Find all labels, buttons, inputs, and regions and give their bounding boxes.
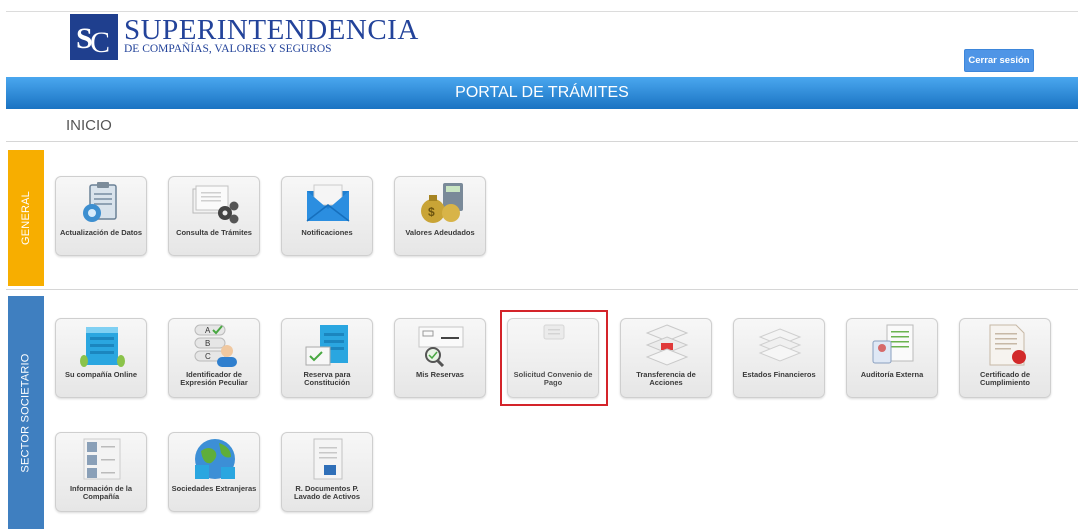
tile-valores-adeudados[interactable]: $ Valores Adeudados <box>394 176 486 256</box>
tile-label: Valores Adeudados <box>405 228 475 237</box>
divider <box>6 289 1078 290</box>
tile-actualizacion-datos[interactable]: Actualización de Datos <box>55 176 147 256</box>
selection-highlight <box>500 310 608 406</box>
tile-label: Consulta de Trámites <box>176 228 252 237</box>
section-label-general: GENERAL <box>20 191 33 245</box>
svg-text:B: B <box>205 339 210 348</box>
tile-label: Su compañía Online <box>64 370 138 379</box>
section-label-societario: SECTOR SOCIETARIO <box>20 352 32 473</box>
page-banner: PORTAL DE TRÁMITES <box>6 77 1078 109</box>
building-document-icon <box>305 325 348 366</box>
tile-label: Información de la Compañía <box>69 484 133 501</box>
money-bags-calculator-icon: $ <box>421 183 463 223</box>
brand-logo[interactable]: S C SUPERINTENDENCIA DE COMPAÑÍAS, VALOR… <box>70 14 419 60</box>
certificate-seal-icon <box>989 324 1026 366</box>
divider <box>6 141 1078 142</box>
tile-auditoria-externa[interactable]: Auditoría Externa <box>846 318 938 398</box>
sc-logo-icon: S C <box>70 14 118 60</box>
id-badge-document-icon <box>872 324 914 364</box>
tile-estados-financieros[interactable]: Estados Financieros <box>733 318 825 398</box>
tile-certificado-cumplimiento[interactable]: Certificado de Cumplimiento <box>959 318 1051 398</box>
svg-text:$: $ <box>428 205 435 219</box>
tile-label: Certificado de Cumplimiento <box>979 370 1030 387</box>
tile-label: Auditoría Externa <box>860 370 924 379</box>
tile-documentos-lavado-activos[interactable]: R. Documentos P. Lavado de Activos <box>281 432 373 512</box>
people-list-icon <box>83 438 121 480</box>
portal-page: S C SUPERINTENDENCIA DE COMPAÑÍAS, VALOR… <box>0 0 1084 529</box>
svg-text:A: A <box>205 326 211 335</box>
tile-notificaciones[interactable]: Notificaciones <box>281 176 373 256</box>
tile-label: Notificaciones <box>301 228 353 237</box>
breadcrumb[interactable]: INICIO <box>66 117 112 134</box>
tile-label: Estados Financieros <box>742 370 816 379</box>
envelope-icon <box>306 184 350 222</box>
tile-mis-reservas[interactable]: Mis Reservas <box>394 318 486 398</box>
document-report-icon <box>313 438 343 480</box>
section-tab-societario: SECTOR SOCIETARIO <box>8 296 44 529</box>
globe-buildings-icon <box>195 439 235 479</box>
tile-label: Actualización de Datos <box>59 228 143 237</box>
documents-gears-icon <box>192 185 239 224</box>
tile-consulta-tramites[interactable]: Consulta de Trámites <box>168 176 260 256</box>
tile-label: Reserva para Constitución <box>303 370 351 387</box>
section-tab-general: GENERAL <box>8 150 44 286</box>
tile-label: R. Documentos P. Lavado de Activos <box>294 484 360 501</box>
logout-button[interactable]: Cerrar sesión <box>964 49 1034 72</box>
tile-sociedades-extranjeras[interactable]: Sociedades Extranjeras <box>168 432 260 512</box>
clipboard-icon <box>83 182 117 222</box>
tile-identificador-expresion[interactable]: A B C Identificador de Expresión Peculia… <box>168 318 260 398</box>
tile-transferencia-acciones[interactable]: Transferencia de Acciones <box>620 318 712 398</box>
tile-label: Sociedades Extranjeras <box>171 484 257 493</box>
brand-title: SUPERINTENDENCIA <box>124 14 419 46</box>
abc-checklist-user-icon: A B C <box>194 324 237 367</box>
svg-text:C: C <box>205 352 211 361</box>
tile-label: Identificador de Expresión Peculiar <box>180 370 248 387</box>
stacked-shares-icon <box>645 324 689 366</box>
top-divider <box>6 11 1078 12</box>
tile-su-compania-online[interactable]: Su compañía Online <box>55 318 147 398</box>
svg-text:C: C <box>90 26 110 59</box>
tile-label: Transferencia de Acciones <box>636 370 696 387</box>
tile-label: Mis Reservas <box>416 370 464 379</box>
magnifier-card-icon <box>418 326 464 367</box>
paper-stack-icon <box>758 328 802 362</box>
building-icon <box>80 327 125 367</box>
tile-informacion-compania[interactable]: Información de la Compañía <box>55 432 147 512</box>
tile-reserva-constitucion[interactable]: Reserva para Constitución <box>281 318 373 398</box>
